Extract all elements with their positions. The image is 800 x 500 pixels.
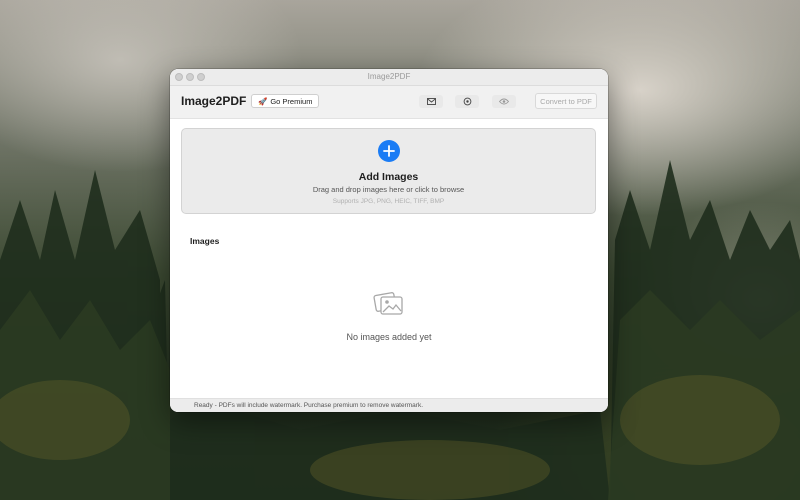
app-name: Image2PDF [181, 94, 247, 108]
plus-icon [383, 145, 395, 157]
empty-state-text: No images added yet [346, 332, 432, 342]
dropzone-subtitle: Drag and drop images here or click to br… [312, 185, 465, 194]
supported-formats-text: Supports JPG, PNG, HEIC, TIFF, BMP [332, 198, 445, 205]
status-bar: Ready - PDFs will include watermark. Pur… [170, 398, 608, 412]
settings-button[interactable] [455, 95, 479, 108]
gear-icon [463, 97, 471, 106]
go-premium-label: Go Premium [270, 96, 313, 106]
go-premium-button[interactable]: 🚀 Go Premium [251, 94, 320, 108]
window-title: Image2PDF [367, 72, 411, 81]
convert-to-pdf-button[interactable]: Convert to PDF [535, 93, 597, 109]
dropzone-title: Add Images [358, 171, 419, 183]
status-text: Ready - PDFs will include watermark. Pur… [194, 402, 424, 409]
photos-placeholder-icon [373, 292, 403, 315]
toolbar: Image2PDF 🚀 Go Premium Convert to PDF [170, 86, 608, 119]
add-images-dropzone[interactable]: Add Images Drag and drop images here or … [181, 128, 596, 214]
add-images-button[interactable] [378, 140, 400, 162]
images-section-label: Images [190, 236, 220, 246]
app-window: Image2PDF Image2PDF 🚀 Go Premium Convert… [170, 69, 608, 412]
title-bar: Image2PDF [170, 69, 608, 86]
preview-button[interactable] [492, 95, 516, 108]
envelope-icon [426, 98, 436, 105]
email-button[interactable] [419, 95, 443, 108]
eye-icon [499, 98, 509, 105]
rocket-icon: 🚀 [258, 96, 268, 106]
